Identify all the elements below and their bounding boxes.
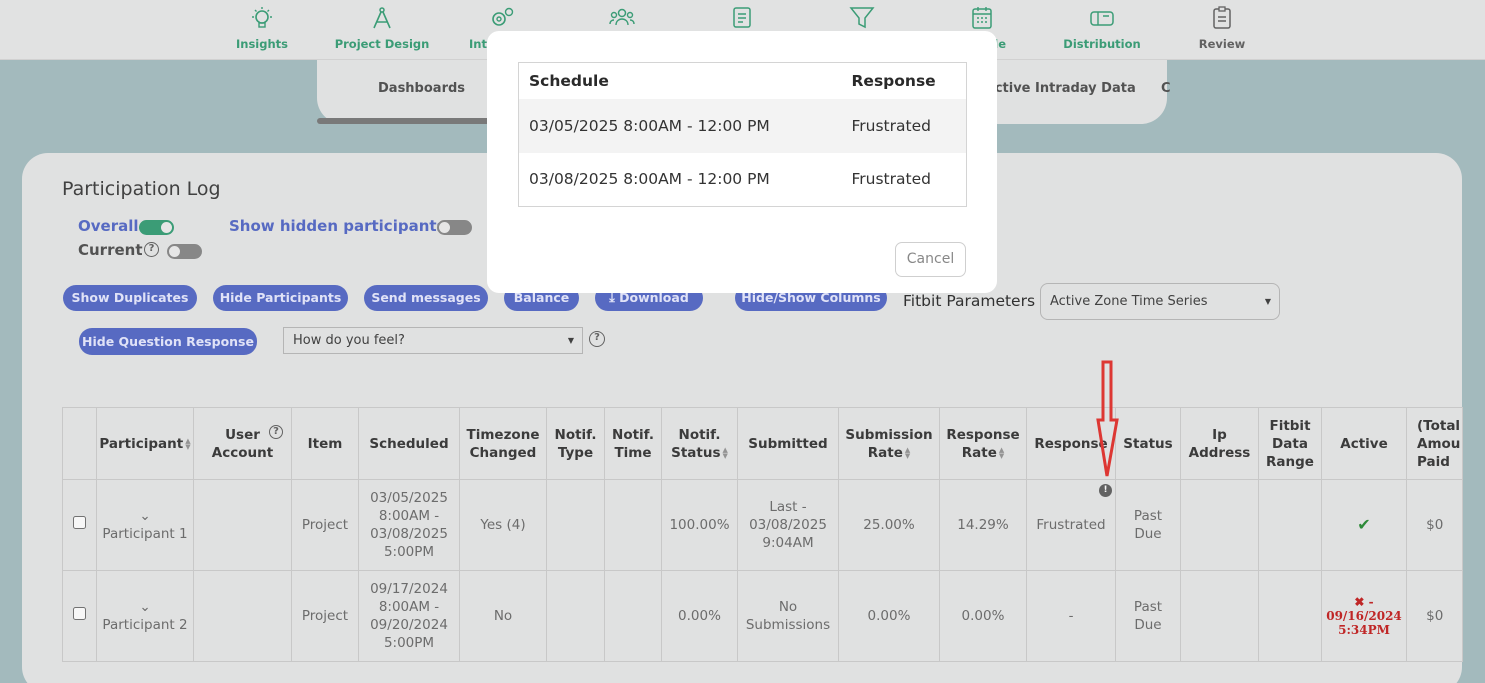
modal-schedule-cell: 03/08/2025 8:00AM - 12:00 PM [529, 170, 770, 189]
modal-header-response: Response [851, 71, 936, 90]
modal-row: 03/05/2025 8:00AM - 12:00 PM Frustrated [518, 98, 967, 153]
modal-response-cell: Frustrated [851, 170, 931, 189]
modal-schedule-cell: 03/05/2025 8:00AM - 12:00 PM [518, 98, 842, 153]
modal-table: Schedule Response 03/05/2025 8:00AM - 12… [518, 62, 967, 207]
modal-header-schedule: Schedule [529, 71, 609, 90]
modal-header-row: Schedule Response [519, 63, 967, 99]
modal-row: 03/08/2025 8:00AM - 12:00 PM Frustrated [519, 153, 967, 207]
modal-response-cell: Frustrated [841, 98, 967, 153]
cancel-button[interactable]: Cancel [895, 242, 966, 277]
